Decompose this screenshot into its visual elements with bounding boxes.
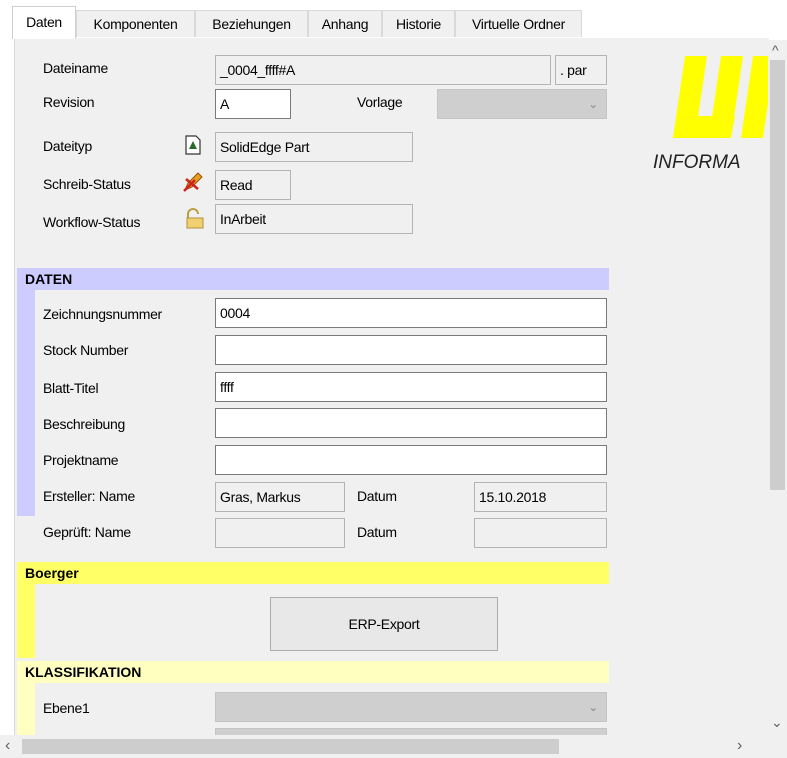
datum-field-2[interactable] xyxy=(474,518,607,548)
schreib-status-label: Schreib-Status xyxy=(43,176,131,192)
ersteller-name-label: Ersteller: Name xyxy=(43,488,135,504)
dateityp-field[interactable]: SolidEdge Part xyxy=(215,132,413,162)
horizontal-scroll-thumb[interactable] xyxy=(22,739,559,754)
boerger-section-header: Boerger xyxy=(17,562,609,584)
scrollbar-corner xyxy=(768,735,787,758)
zeichnungsnummer-field[interactable]: 0004 xyxy=(215,298,607,328)
ebene1-label: Ebene1 xyxy=(43,700,90,716)
ersteller-name-field[interactable]: Gras, Markus xyxy=(215,482,345,512)
stock-number-label: Stock Number xyxy=(43,342,129,358)
scroll-down-arrow-icon[interactable]: ⌄ xyxy=(771,714,783,731)
projektname-label: Projektname xyxy=(43,452,119,468)
scroll-up-arrow-icon[interactable]: ^ xyxy=(772,42,779,58)
tab-strip: Daten Komponenten Beziehungen Anhang His… xyxy=(0,0,787,40)
tab-virtuelle-ordner[interactable]: Virtuelle Ordner xyxy=(455,10,582,37)
blatt-titel-label: Blatt-Titel xyxy=(43,380,99,396)
logo-subtitle: INFORMA xyxy=(653,152,741,173)
chevron-down-icon: ⌄ xyxy=(588,97,598,111)
dateityp-label: Dateityp xyxy=(43,138,92,154)
scroll-right-arrow-icon[interactable]: › xyxy=(737,737,742,755)
horizontal-scrollbar[interactable]: ‹ › xyxy=(0,735,768,758)
ebene2-select[interactable] xyxy=(215,728,607,735)
vorlage-label: Vorlage xyxy=(357,94,403,110)
daten-section-bar xyxy=(17,290,35,516)
geprueft-name-label: Geprüft: Name xyxy=(43,524,131,540)
stock-number-field[interactable] xyxy=(215,335,607,365)
pencil-write-icon xyxy=(181,170,205,194)
klassifikation-section-header: KLASSIFIKATION xyxy=(17,661,609,683)
datum-label-2: Datum xyxy=(357,524,397,540)
beschreibung-label: Beschreibung xyxy=(43,416,126,432)
tab-komponenten[interactable]: Komponenten xyxy=(76,10,195,37)
solidedge-part-icon xyxy=(184,135,202,155)
vertical-scroll-thumb[interactable] xyxy=(770,60,785,490)
boerger-section-bar xyxy=(17,584,35,658)
tab-historie[interactable]: Historie xyxy=(382,10,455,37)
tab-daten[interactable]: Daten xyxy=(12,6,76,39)
blatt-titel-field[interactable]: ffff xyxy=(215,372,607,402)
dateiname-label: Dateiname xyxy=(43,60,109,76)
zeichnungsnummer-label: Zeichnungsnummer xyxy=(43,306,162,322)
erp-export-button[interactable]: ERP-Export xyxy=(270,597,498,651)
daten-section-header: DATEN xyxy=(17,268,609,290)
daten-panel: Dateiname _0004_ffff#A . par Revision A … xyxy=(14,38,769,735)
company-logo xyxy=(655,46,769,146)
geprueft-name-field[interactable] xyxy=(215,518,345,548)
schreib-status-field[interactable]: Read xyxy=(215,170,291,200)
tab-beziehungen[interactable]: Beziehungen xyxy=(195,10,308,37)
workflow-status-label: Workflow-Status xyxy=(43,214,141,230)
revision-label: Revision xyxy=(43,94,95,110)
dateiname-field[interactable]: _0004_ffff#A xyxy=(215,55,551,85)
beschreibung-field[interactable] xyxy=(215,408,607,438)
datum-label-1: Datum xyxy=(357,488,397,504)
workflow-status-field[interactable]: InArbeit xyxy=(215,204,413,234)
vertical-scrollbar[interactable]: ^ ⌄ xyxy=(768,40,787,735)
klassifikation-section-bar xyxy=(17,683,35,735)
projektname-field[interactable] xyxy=(215,445,607,475)
revision-field[interactable]: A xyxy=(215,89,291,119)
datum-field-1[interactable]: 15.10.2018 xyxy=(474,482,607,512)
scroll-left-arrow-icon[interactable]: ‹ xyxy=(5,737,10,755)
extension-field[interactable]: . par xyxy=(555,55,607,85)
ebene1-select[interactable]: ⌄ xyxy=(215,692,607,722)
lock-icon xyxy=(183,208,205,230)
vorlage-select[interactable]: ⌄ xyxy=(437,89,607,119)
tab-anhang[interactable]: Anhang xyxy=(308,10,382,37)
chevron-down-icon: ⌄ xyxy=(588,700,598,714)
